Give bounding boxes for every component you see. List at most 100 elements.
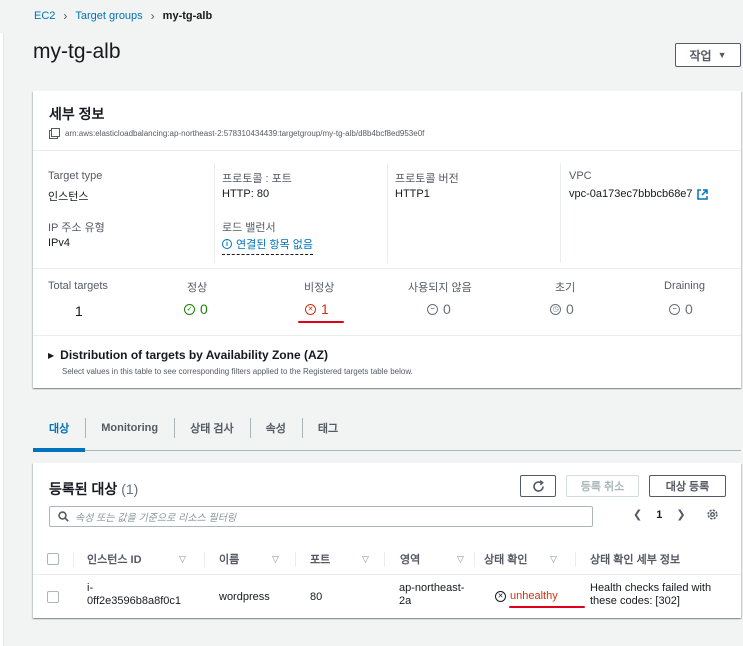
column-separator: [73, 552, 74, 567]
breadcrumb-target-groups[interactable]: Target groups: [75, 10, 142, 22]
minus-circle-icon: −: [427, 303, 438, 315]
load-balancer-label: 로드 밸런서: [222, 222, 276, 234]
row-name: wordpress: [219, 591, 270, 603]
clock-icon: ◷: [550, 303, 561, 315]
col-name-label: 이름: [219, 554, 240, 566]
actions-button[interactable]: 작업 ▼: [675, 43, 741, 67]
vpc-value: vpc-0a173ec7bbbcb68e7: [569, 188, 693, 200]
protocol-version-label: 프로토콜 버전: [395, 173, 459, 185]
load-balancer-value: 연결된 항목 없음: [236, 239, 313, 251]
register-targets-button[interactable]: 대상 등록: [649, 475, 726, 497]
row-health-details-line1: Health checks failed with: [590, 582, 712, 594]
chevron-left-icon[interactable]: ❮: [633, 508, 642, 521]
refresh-button[interactable]: [520, 475, 556, 497]
unhealthy-value: 1: [321, 301, 329, 317]
col-name[interactable]: 이름 ▽: [219, 543, 289, 575]
left-nav-edge: [0, 33, 4, 646]
initial-value: 0: [566, 301, 574, 317]
tab-attributes[interactable]: 속성: [249, 405, 302, 451]
filter-placeholder: 속성 또는 값을 기준으로 리소스 필터링: [75, 513, 237, 524]
column-separator: [204, 552, 205, 567]
sort-down-icon: ▽: [550, 553, 557, 564]
select-all-checkbox-cell: [47, 543, 59, 575]
total-targets-value: 1: [75, 303, 83, 319]
healthy-count[interactable]: ✓ 0: [184, 301, 208, 317]
ip-type-value: IPv4: [48, 237, 71, 249]
deregister-button[interactable]: 등록 취소: [566, 475, 639, 497]
sort-down-icon: ▽: [362, 553, 369, 564]
table-row[interactable]: i- 0ff2e3596b8a8f0c1 wordpress 80 ap-nor…: [33, 576, 741, 618]
tab-monitoring[interactable]: Monitoring: [85, 405, 174, 451]
annotation-underline: [298, 321, 344, 323]
target-type-label: Target type: [48, 170, 103, 182]
chevron-right-icon[interactable]: ❯: [676, 508, 685, 521]
instance-id-line1: i-: [87, 582, 94, 594]
unused-count[interactable]: − 0: [427, 301, 451, 317]
tab-bar: 대상 Monitoring 상태 검사 속성 태그: [33, 405, 741, 452]
details-header: 세부 정보 arn:aws:elasticloadbalancing:ap-no…: [33, 91, 741, 151]
draining-label: Draining: [664, 280, 705, 292]
initial-label: 초기: [555, 282, 576, 294]
copy-icon[interactable]: [49, 128, 60, 139]
caret-right-icon: ▶: [48, 350, 55, 360]
select-all-checkbox[interactable]: [47, 553, 59, 565]
sort-down-icon: ▽: [272, 553, 279, 564]
load-balancer-link[interactable]: i 연결된 항목 없음: [222, 236, 313, 255]
x-circle-icon: ✕: [305, 303, 316, 315]
col-health-status-label: 상태 확인: [484, 554, 528, 566]
tab-targets[interactable]: 대상: [33, 405, 86, 452]
initial-count[interactable]: ◷ 0: [550, 301, 574, 317]
vpc-link[interactable]: vpc-0a173ec7bbbcb68e7: [569, 188, 708, 200]
total-targets-label: Total targets: [48, 280, 108, 292]
check-circle-icon: ✓: [184, 303, 195, 315]
unhealthy-count[interactable]: ✕ 1: [305, 301, 329, 317]
instance-id-link[interactable]: i- 0ff2e3596b8a8f0c1: [87, 582, 181, 608]
section-divider: [33, 268, 741, 269]
registered-targets-heading: 등록된 대상: [49, 481, 118, 497]
row-zone-line1: ap-northeast-: [399, 582, 465, 594]
protocol-value: HTTP: 80: [222, 188, 270, 200]
healthy-label: 정상: [187, 282, 208, 294]
col-port[interactable]: 포트 ▽: [310, 543, 380, 575]
chevron-right-icon: ›: [63, 9, 68, 23]
az-distribution-title: Distribution of targets by Availability …: [60, 348, 328, 362]
row-health-status: ✕ unhealthy: [495, 590, 558, 602]
row-port: 80: [310, 591, 323, 603]
vpc-label: VPC: [569, 170, 592, 182]
az-distribution-subtitle: Select values in this table to see corre…: [62, 367, 413, 376]
row-health-details: Health checks failed with these codes: […: [590, 582, 711, 608]
draining-count[interactable]: − 0: [669, 301, 693, 317]
unused-value: 0: [443, 301, 451, 317]
actions-button-label: 작업: [689, 48, 712, 63]
unhealthy-label: 비정상: [304, 282, 335, 294]
table-header: 인스턴스 ID ▽ 이름 ▽ 포트 ▽ 영역 ▽ 상태 확인 ▽ 상태 확인 세…: [33, 543, 741, 575]
col-health-status[interactable]: 상태 확인 ▽: [484, 543, 564, 575]
protocol-version-value: HTTP1: [395, 188, 430, 200]
column-separator: [474, 552, 475, 567]
target-type-value: 인스턴스: [48, 191, 89, 203]
info-icon: i: [222, 239, 232, 249]
minus-circle-icon: −: [669, 303, 680, 315]
caret-down-icon: ▼: [717, 50, 727, 60]
row-health-status-value: unhealthy: [510, 590, 558, 602]
gear-icon[interactable]: [706, 508, 719, 521]
details-title: 세부 정보: [49, 106, 105, 122]
chevron-right-icon: ›: [150, 9, 155, 23]
protocol-label: 프로토콜 : 포트: [222, 173, 292, 185]
tab-tags[interactable]: 태그: [301, 405, 354, 451]
col-zone[interactable]: 영역 ▽: [400, 543, 470, 575]
filter-input[interactable]: 속성 또는 값을 기준으로 리소스 필터링: [49, 506, 593, 527]
col-instance-id[interactable]: 인스턴스 ID ▽: [87, 543, 197, 575]
unused-label: 사용되지 않음: [408, 282, 472, 294]
breadcrumb-ec2[interactable]: EC2: [34, 10, 55, 22]
row-checkbox[interactable]: [47, 591, 59, 603]
col-health-details[interactable]: 상태 확인 세부 정보: [590, 543, 680, 575]
page-number[interactable]: 1: [656, 509, 662, 521]
column-separator: [295, 552, 296, 567]
healthy-value: 0: [200, 301, 208, 317]
tab-health-checks[interactable]: 상태 검사: [174, 405, 250, 451]
row-zone: ap-northeast- 2a: [399, 582, 464, 608]
sort-down-icon: ▽: [457, 553, 464, 564]
az-distribution-toggle[interactable]: ▶ Distribution of targets by Availabilit…: [48, 348, 328, 362]
draining-value: 0: [685, 301, 693, 317]
